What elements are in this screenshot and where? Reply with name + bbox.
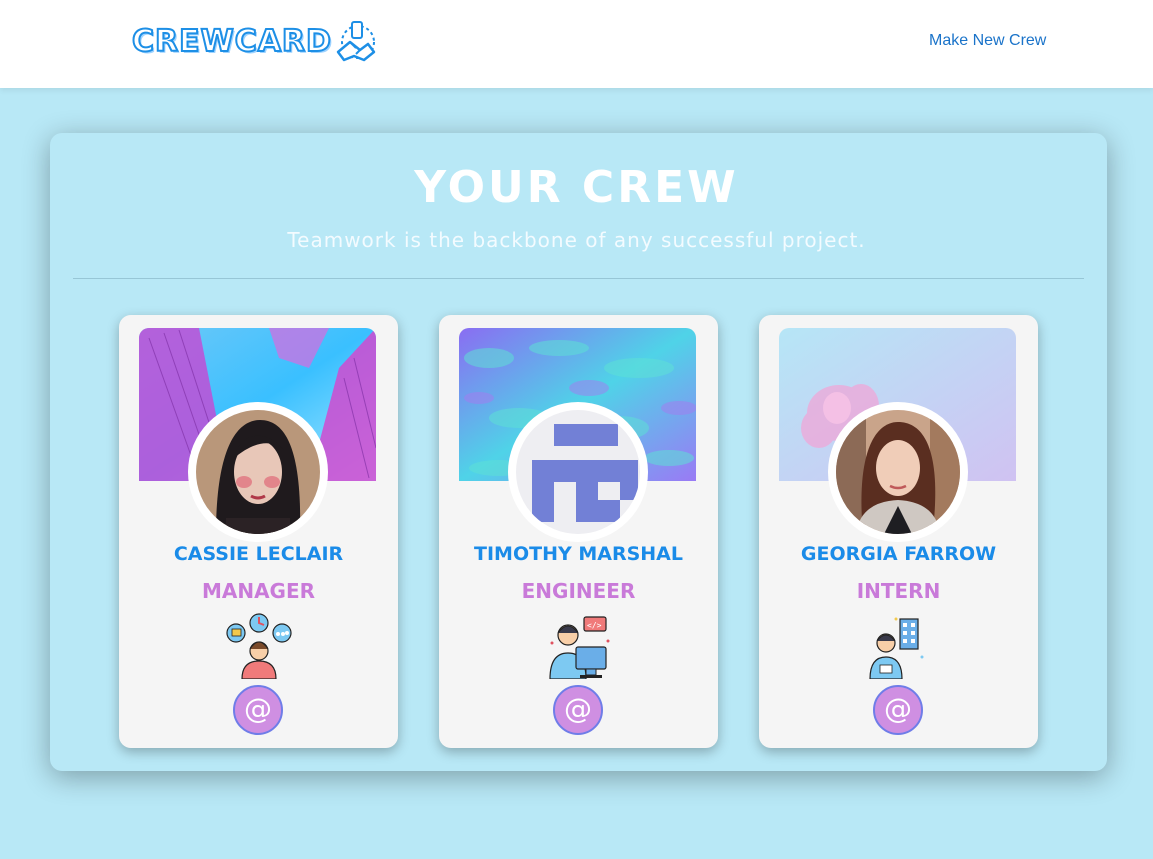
engineer-icon: </>	[549, 616, 610, 679]
avatar	[516, 410, 640, 534]
intern-icon	[869, 617, 924, 679]
page-title: YOUR CREW	[414, 162, 739, 213]
email-button[interactable]: @	[233, 685, 283, 735]
member-name: TIMOTHY MARSHAL	[474, 543, 683, 565]
page-subtitle: Teamwork is the backbone of any successf…	[287, 228, 866, 252]
manager-icon	[226, 613, 292, 679]
member-role: ENGINEER	[521, 579, 636, 603]
member-name: CASSIE LECLAIR	[173, 543, 344, 565]
crewcard-logo[interactable]: CREWCARD	[131, 18, 376, 64]
email-button[interactable]: @	[553, 685, 603, 735]
avatar-ring	[188, 402, 328, 542]
top-navbar: CREWCARD Make New Crew	[0, 0, 1153, 88]
svg-text:</>: </>	[587, 621, 602, 630]
crew-card: TIMOTHY MARSHAL ENGINEER </> @	[439, 315, 718, 748]
email-button[interactable]: @	[873, 685, 923, 735]
avatar-ring	[508, 402, 648, 542]
crew-card: CASSIE LECLAIR MANAGER @	[119, 315, 398, 748]
avatar-ring	[828, 402, 968, 542]
logo-text: CREWCARD	[131, 23, 332, 60]
divider	[73, 278, 1084, 279]
crew-card: GEORGIA FARROW INTERN @	[759, 315, 1038, 748]
make-new-crew-link[interactable]: Make New Crew	[929, 32, 1046, 50]
handshake-icon	[336, 21, 376, 62]
member-role: MANAGER	[201, 579, 316, 603]
avatar	[196, 410, 320, 534]
member-role: INTERN	[856, 579, 941, 603]
member-name: GEORGIA FARROW	[800, 543, 997, 565]
avatar	[836, 410, 960, 534]
